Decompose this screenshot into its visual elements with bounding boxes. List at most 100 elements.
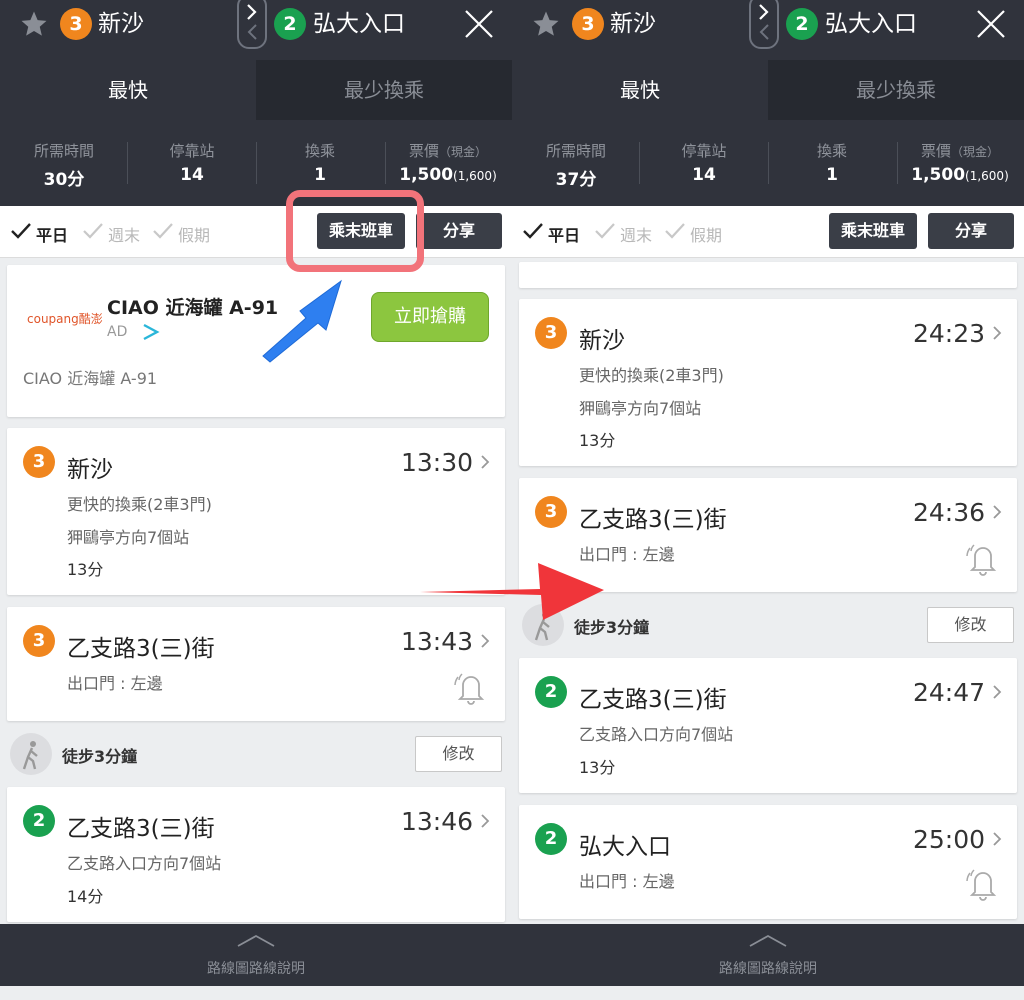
station-name: 乙支路3(三)街 <box>579 507 727 533</box>
route-stats: 所需時間 37分 停靠站 14 換乘 1 票價（現金） 1,500(1,600) <box>512 120 1024 206</box>
chevron-right-icon <box>993 832 1002 846</box>
line-badge: 2 <box>535 676 567 708</box>
to-station[interactable]: 弘大入口 <box>825 8 917 40</box>
line-badge: 3 <box>23 446 55 478</box>
stat-stops: 停靠站 14 <box>169 142 215 185</box>
to-station[interactable]: 弘大入口 <box>313 8 405 40</box>
share-button[interactable]: 分享 <box>416 213 502 249</box>
departure-time: 13:46 <box>400 807 473 836</box>
stat-stops: 停靠站 14 <box>681 142 727 185</box>
scrolled-card <box>519 262 1017 288</box>
close-icon[interactable] <box>974 7 1008 41</box>
station-name: 乙支路3(三)街 <box>579 687 727 713</box>
swap-button[interactable] <box>237 0 267 49</box>
check-icon <box>665 223 685 239</box>
left-panel: 3 新沙 2 弘大入口 最快 最少換乘 所需時間 30分 停靠站 14 換乘 1 <box>0 0 512 1000</box>
chevron-right-icon <box>993 505 1002 519</box>
route-map-bar[interactable]: 路線圖路線說明 <box>0 924 512 986</box>
chevron-right-icon <box>993 685 1002 699</box>
from-line-badge: 3 <box>572 8 604 40</box>
walk-duration: 徒步3分鐘 <box>62 747 138 766</box>
stat-transfers: 換乘 1 <box>816 142 847 185</box>
route-stats: 所需時間 30分 停靠站 14 換乘 1 票價（現金） 1,500(1,600) <box>0 120 512 206</box>
from-station[interactable]: 新沙 <box>98 8 144 40</box>
from-station[interactable]: 新沙 <box>610 8 656 40</box>
share-button[interactable]: 分享 <box>928 213 1014 249</box>
check-icon <box>153 223 173 239</box>
close-icon[interactable] <box>462 7 496 41</box>
route-map-bar[interactable]: 路線圖路線說明 <box>512 924 1024 986</box>
right-panel: 3 新沙 2 弘大入口 最快 最少換乘 所需時間 37分 停靠站 14 換乘 1 <box>512 0 1024 1000</box>
ad-subtitle: CIAO 近海罐 A-91 <box>23 369 158 388</box>
from-line-badge: 3 <box>60 8 92 40</box>
walk-duration: 徒步3分鐘 <box>574 618 650 637</box>
station-name: 乙支路3(三)街 <box>67 816 215 842</box>
route-step-card[interactable]: 3 乙支路3(三)街 13:43 出口門 : 左邊 <box>7 607 505 721</box>
bell-icon[interactable] <box>963 538 1003 578</box>
bell-icon[interactable] <box>963 863 1003 903</box>
station-name: 新沙 <box>579 328 625 354</box>
walk-icon <box>522 604 564 646</box>
chevron-up-icon <box>237 934 275 947</box>
stat-fare: 票價（現金） 1,500(1,600) <box>911 142 1009 185</box>
departure-time: 13:30 <box>400 448 473 477</box>
tab-fastest[interactable]: 最快 <box>0 60 256 120</box>
to-line-badge: 2 <box>274 8 306 40</box>
screen-bottom-edge <box>0 986 1024 1000</box>
ad-card[interactable]: coupang酷澎 CIAO 近海罐 A-91 AD 立即搶購 CIAO 近海罐… <box>7 265 505 417</box>
departure-time: 24:36 <box>912 498 985 527</box>
station-name: 乙支路3(三)街 <box>67 636 215 662</box>
route-header: 3 新沙 2 弘大入口 <box>0 0 512 60</box>
stat-time: 所需時間 37分 <box>545 142 606 190</box>
swap-icon <box>247 4 257 40</box>
walk-row: 徒步3分鐘 修改 <box>512 593 1024 657</box>
walk-icon <box>10 733 52 775</box>
route-tabs: 最快 最少換乘 <box>512 60 1024 120</box>
departure-time: 25:00 <box>912 825 985 854</box>
tab-fastest[interactable]: 最快 <box>512 60 768 120</box>
ad-title: CIAO 近海罐 A-91 <box>107 297 279 319</box>
last-train-button[interactable]: 乘末班車 <box>829 213 917 249</box>
route-step-card[interactable]: 2 乙支路3(三)街 13:46 乙支路入口方向7個站 14分 <box>7 787 505 922</box>
highlight-box <box>286 190 424 272</box>
buy-now-button[interactable]: 立即搶購 <box>371 292 489 342</box>
station-name: 新沙 <box>67 457 113 483</box>
tab-fewest-transfers[interactable]: 最少換乘 <box>768 60 1024 120</box>
edit-button[interactable]: 修改 <box>415 736 502 772</box>
route-step-card[interactable]: 3 乙支路3(三)街 24:36 出口門 : 左邊 <box>519 478 1017 592</box>
chevron-right-icon <box>481 814 490 828</box>
line-badge: 3 <box>23 625 55 657</box>
check-icon <box>83 223 103 239</box>
route-step-card[interactable]: 3 新沙 24:23 更快的換乘(2車3門) 狎鷗亭方向7個站 13分 <box>519 299 1017 466</box>
stat-time: 所需時間 30分 <box>33 142 94 190</box>
departure-time: 24:23 <box>912 319 985 348</box>
tab-fewest-transfers[interactable]: 最少換乘 <box>256 60 512 120</box>
play-icon <box>143 323 160 341</box>
route-step-card[interactable]: 2 弘大入口 25:00 出口門 : 左邊 <box>519 805 1017 919</box>
route-step-card[interactable]: 2 乙支路3(三)街 24:47 乙支路入口方向7個站 13分 <box>519 658 1017 793</box>
line-badge: 3 <box>535 317 567 349</box>
swap-button[interactable] <box>749 0 779 49</box>
brand-logo: coupang酷澎 <box>27 312 103 326</box>
departure-time: 24:47 <box>912 678 985 707</box>
check-icon <box>11 223 31 239</box>
bell-icon[interactable] <box>451 667 491 707</box>
line-badge: 3 <box>535 496 567 528</box>
to-line-badge: 2 <box>786 8 818 40</box>
station-name: 弘大入口 <box>579 834 671 860</box>
star-icon[interactable] <box>19 9 49 39</box>
departure-time: 13:43 <box>400 627 473 656</box>
check-icon <box>523 223 543 239</box>
route-map-label: 路線圖路線說明 <box>719 961 817 977</box>
line-badge: 2 <box>23 805 55 837</box>
chevron-right-icon <box>993 326 1002 340</box>
walk-row: 徒步3分鐘 修改 <box>0 722 512 786</box>
route-header: 3 新沙 2 弘大入口 <box>512 0 1024 60</box>
edit-button[interactable]: 修改 <box>927 607 1014 643</box>
chevron-right-icon <box>481 455 490 469</box>
check-icon <box>595 223 615 239</box>
chevron-up-icon <box>749 934 787 947</box>
line-badge: 2 <box>535 823 567 855</box>
route-step-card[interactable]: 3 新沙 13:30 更快的換乘(2車3門) 狎鷗亭方向7個站 13分 <box>7 428 505 595</box>
star-icon[interactable] <box>531 9 561 39</box>
